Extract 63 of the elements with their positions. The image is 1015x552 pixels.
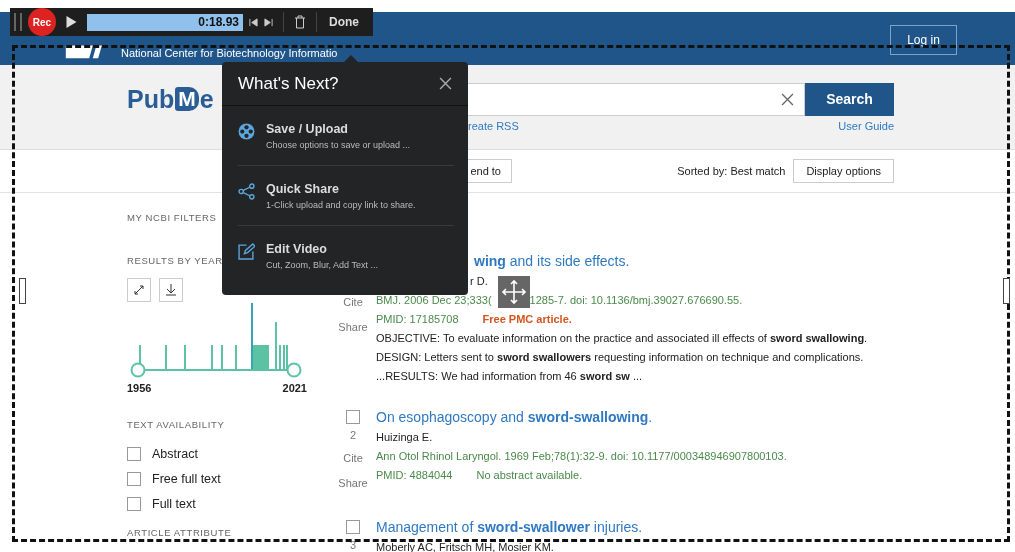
result-action-link[interactable]: Share <box>338 470 368 496</box>
section-heading: ARTICLE ATTRIBUTE <box>127 527 232 539</box>
search-button[interactable]: Search <box>805 82 894 116</box>
checkbox[interactable] <box>127 446 141 461</box>
section-heading: RESULTS BY YEAR <box>127 255 223 267</box>
result-note: Free PMC article. <box>482 313 572 325</box>
checkbox-label[interactable]: Free full text <box>152 471 221 486</box>
result-snippet: OBJECTIVE: To evaluate information on the practice and associated ill effects of sword swallowing. <box>376 331 868 346</box>
checkbox[interactable] <box>346 410 360 424</box>
checkbox-label[interactable]: Abstract <box>152 446 198 461</box>
result-title-link[interactable]: On esophagoscopy and sword-swallowing. <box>376 409 653 425</box>
done-button[interactable]: Done <box>327 15 361 29</box>
skip-back-icon[interactable] <box>249 17 258 27</box>
edit-icon <box>238 243 255 260</box>
move-icon[interactable] <box>498 276 530 308</box>
grip-icon[interactable] <box>14 13 22 31</box>
clear-icon[interactable] <box>781 92 794 106</box>
display-options-button[interactable]: Display options <box>793 159 894 183</box>
resize-handle[interactable] <box>19 278 26 304</box>
timeline-track[interactable]: 0:18.93 <box>87 13 243 31</box>
popup-menu-item[interactable]: Quick Share 1-Click upload and copy link to share. <box>238 166 454 226</box>
time-display: 0:18.93 <box>198 14 239 29</box>
checkbox[interactable] <box>127 496 141 511</box>
close-icon[interactable] <box>439 77 452 90</box>
checkbox-label[interactable]: Full text <box>152 496 196 511</box>
checkbox[interactable] <box>127 471 141 486</box>
result-action-link[interactable]: Share <box>338 314 368 340</box>
section-heading: TEXT AVAILABILITY <box>127 419 225 431</box>
popup-menu-item[interactable]: Edit Video Cut, Zoom, Blur, Add Text ... <box>238 226 454 286</box>
link[interactable]: reate RSS <box>468 120 519 132</box>
result-citation: 1285-7. doi: 10.1136/bmj.39027.676690.55. <box>529 293 743 308</box>
result-note: No abstract available. <box>476 469 583 481</box>
year-label: 2021 <box>282 382 307 394</box>
result-citation: BMJ. 2006 Dec 23;333( <box>376 293 492 308</box>
record-button[interactable]: Rec <box>28 8 56 36</box>
org-name: National Center for Biotechnology Informatio <box>121 47 338 59</box>
result-citation: Ann Otol Rhinol Laryngol. 1969 Feb;78(1):32-9. doi: 10.1177/000348946907800103. <box>376 449 787 464</box>
sort-label: Sorted by: Best match <box>677 165 786 177</box>
link[interactable]: User Guide <box>838 120 894 132</box>
section-heading: MY NCBI FILTERS <box>127 212 217 224</box>
result-snippet: ...RESULTS: We had information from 46 sword sw ... <box>376 369 644 384</box>
result-snippet: DESIGN: Letters sent to sword swallowers requesting information on technique and complications. <box>376 350 865 365</box>
result-pmid: PMID: 4884044 <box>376 469 453 481</box>
film-reel-icon <box>238 123 255 140</box>
play-icon[interactable] <box>66 16 77 28</box>
skip-forward-icon[interactable] <box>264 17 273 27</box>
popup-title: What's Next? <box>238 73 339 94</box>
result-title-link[interactable]: Management of sword-swallower injuries. <box>376 519 643 535</box>
result-number: 3 <box>349 538 357 552</box>
trash-icon[interactable] <box>294 15 306 29</box>
resize-handle[interactable] <box>1003 278 1010 304</box>
popup-menu-item[interactable]: Save / Upload Choose options to save or upload ... <box>238 106 454 166</box>
year-label: 1956 <box>127 382 152 394</box>
result-title-link[interactable]: wing and its side effects. <box>474 253 630 269</box>
result-pmid: PMID: 17185708 <box>376 313 459 325</box>
result-authors: Huizinga E. <box>376 431 433 443</box>
expand-icon[interactable] <box>127 278 151 302</box>
share-icon <box>238 183 255 200</box>
result-number: 2 <box>349 428 357 443</box>
result-authors: r D. <box>470 275 488 287</box>
checkbox[interactable] <box>346 520 360 534</box>
download-icon[interactable] <box>159 278 183 302</box>
result-action-link[interactable]: Cite <box>343 446 363 470</box>
